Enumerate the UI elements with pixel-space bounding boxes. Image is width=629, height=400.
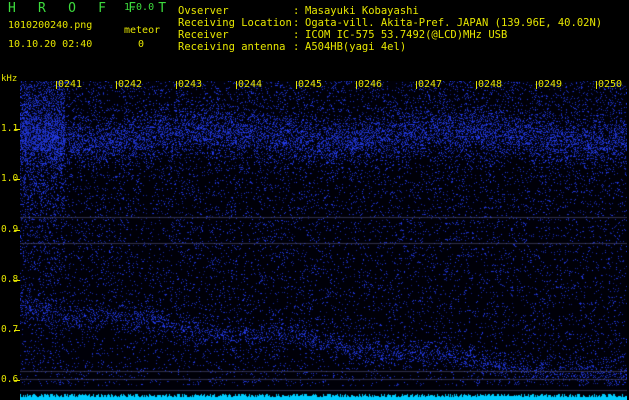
meteor-label: meteor [124, 25, 161, 36]
x-tick-label: 0244 [238, 79, 263, 90]
y-tick-mark [14, 280, 20, 281]
x-tick-mark [476, 81, 477, 89]
x-tick-label: 0245 [298, 79, 323, 90]
app-version: 1.0.0 [124, 2, 155, 13]
info-key-observer: Ovserver [178, 5, 229, 17]
info-value-receiver: ICOM IC-575 53.7492(@LCD)MHz USB [305, 29, 508, 41]
x-tick-mark [176, 81, 177, 89]
y-tick-mark [14, 330, 20, 331]
y-tick-mark [14, 380, 20, 381]
y-tick-mark [14, 129, 20, 130]
x-tick-mark [536, 81, 537, 89]
info-colon: : [293, 17, 300, 29]
y-tick-mark [14, 230, 20, 231]
x-tick-label: 0247 [418, 79, 443, 90]
x-tick-label: 0242 [118, 79, 143, 90]
x-tick-label: 0243 [178, 79, 203, 90]
file-name: 1010200240.png [8, 20, 93, 31]
y-axis-unit: kHz [1, 74, 18, 84]
info-key-receiver: Receiver [178, 29, 229, 41]
x-tick-label: 0249 [538, 79, 563, 90]
x-tick-label: 0248 [478, 79, 503, 90]
info-value-location: Ogata-vill. Akita-Pref. JAPAN (139.96E, … [305, 17, 603, 29]
x-tick-mark [596, 81, 597, 89]
info-key-antenna: Receiving antenna [178, 41, 286, 53]
info-value-observer: Masayuki Kobayashi [305, 5, 419, 17]
date-time: 10.10.20 02:40 [8, 39, 93, 50]
x-tick-mark [296, 81, 297, 89]
x-tick-mark [116, 81, 117, 89]
x-tick-label: 0250 [598, 79, 623, 90]
info-colon: : [293, 29, 300, 41]
x-tick-mark [416, 81, 417, 89]
x-tick-mark [236, 81, 237, 89]
x-tick-mark [56, 81, 57, 89]
y-tick-mark [14, 179, 20, 180]
info-value-antenna: A504HB(yagi 4el) [305, 41, 407, 53]
info-colon: : [293, 41, 300, 53]
x-tick-label: 0241 [58, 79, 83, 90]
spectrogram-plot [20, 81, 627, 400]
meteor-count: 0 [138, 39, 145, 50]
x-tick-mark [356, 81, 357, 89]
x-tick-label: 0246 [358, 79, 383, 90]
info-colon: : [293, 5, 300, 17]
spectrogram-canvas [20, 81, 627, 400]
info-key-location: Receiving Location [178, 17, 292, 29]
